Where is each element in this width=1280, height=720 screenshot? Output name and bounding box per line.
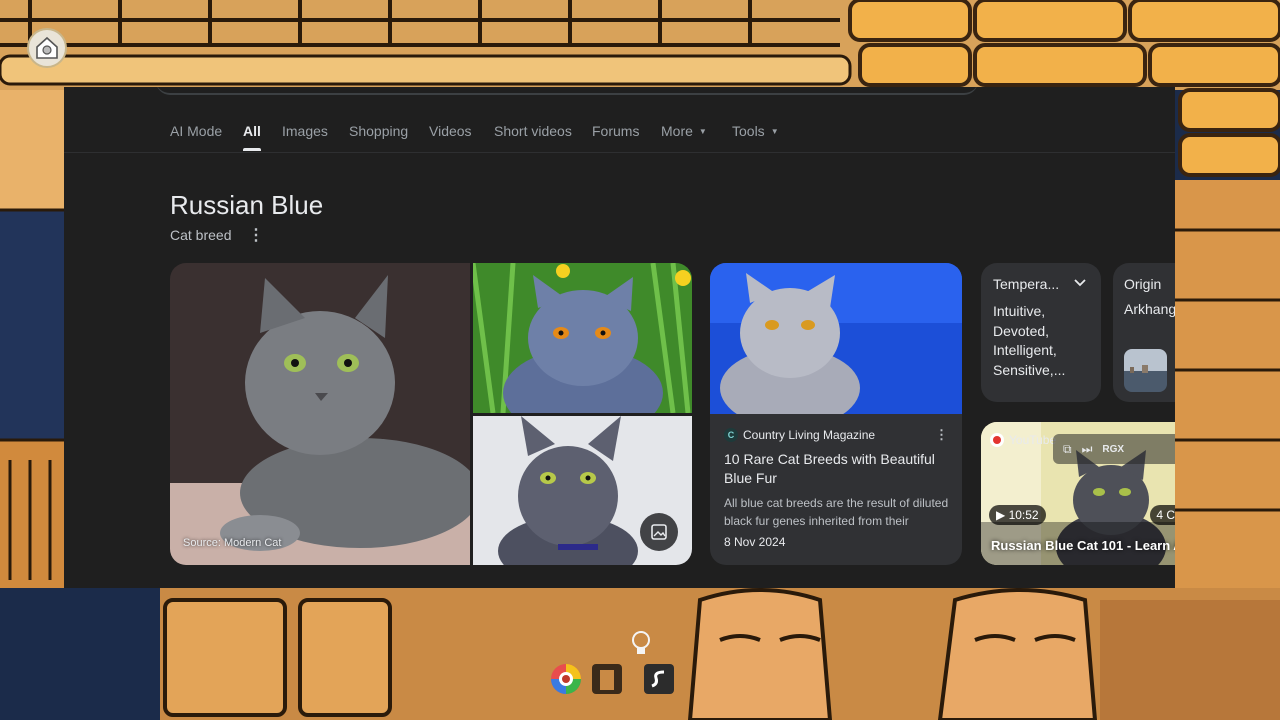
tab-shopping[interactable]: Shopping	[349, 123, 408, 139]
origin-value: Arkhang	[1124, 301, 1175, 317]
duration-label: 10:52	[1008, 508, 1039, 522]
article-snippet: All blue cat breeds are the result of di…	[724, 496, 949, 528]
main-cat-photo[interactable]	[170, 263, 470, 565]
tab-all[interactable]: All	[243, 123, 261, 151]
video-controls: ⧉ ⏭ RGX	[1053, 434, 1175, 464]
color-wheel-icon[interactable]	[549, 662, 583, 696]
temperament-title: Tempera...	[993, 276, 1060, 292]
tab-label: Tools	[732, 123, 765, 139]
tab-images[interactable]: Images	[282, 123, 328, 139]
cat-image	[170, 263, 470, 565]
tab-videos[interactable]: Videos	[429, 123, 472, 139]
script-app-icon[interactable]	[644, 664, 674, 694]
origin-card[interactable]: Origin Arkhang	[1113, 263, 1175, 402]
entity-subtitle: Cat breed	[170, 227, 232, 243]
image-search-icon	[651, 524, 667, 540]
origin-thumbnail	[1124, 349, 1167, 392]
article-date: 8 Nov 2024	[724, 535, 786, 549]
search-bar[interactable]	[156, 87, 978, 95]
cat-app-icon[interactable]	[592, 664, 622, 694]
image-search-button[interactable]	[640, 513, 678, 551]
tab-label: All	[243, 123, 261, 139]
youtube-icon	[990, 433, 1004, 447]
video-title[interactable]: Russian Blue Cat 101 - Learn A	[991, 538, 1175, 553]
lightbulb-icon[interactable]	[630, 630, 652, 658]
image-mosaic[interactable]: Source: Modern Cat	[170, 263, 692, 565]
tab-ai-mode[interactable]: AI Mode	[170, 123, 222, 139]
article-source: Country Living Magazine	[743, 428, 876, 442]
video-count-badge: 4 C	[1150, 505, 1175, 525]
tab-more[interactable]: More ▼	[661, 123, 707, 139]
video-source: YouTube	[990, 431, 1056, 449]
dock	[546, 630, 696, 700]
cat-image	[473, 263, 692, 413]
tab-label: Images	[282, 123, 328, 139]
article-thumbnail	[710, 263, 962, 428]
tab-short-videos[interactable]: Short videos	[494, 123, 572, 139]
tab-label: More	[661, 123, 693, 139]
temperament-card[interactable]: Tempera... Intuitive, Devoted, Intellige…	[981, 263, 1101, 402]
image-source-label: Source: Modern Cat	[183, 537, 282, 549]
video-extension-label[interactable]: RGX	[1102, 444, 1124, 455]
tab-label: Shopping	[349, 123, 409, 139]
temperament-values: Intuitive, Devoted, Intelligent, Sensiti…	[993, 303, 1066, 378]
publisher-favicon-icon: C	[724, 428, 738, 442]
more-vert-icon[interactable]: ⋮	[935, 427, 948, 443]
tab-forums[interactable]: Forums	[592, 123, 639, 139]
chevron-down-icon[interactable]	[1073, 276, 1087, 290]
play-icon: ▶	[996, 508, 1009, 522]
pop-out-icon[interactable]: ⧉	[1063, 442, 1072, 457]
video-source-label: YouTube	[1009, 433, 1057, 447]
more-vert-icon[interactable]: ⋮	[248, 227, 264, 245]
caret-down-icon: ▼	[770, 127, 779, 136]
article-source-row: C Country Living Magazine ⋮	[724, 427, 948, 443]
tab-label: Forums	[592, 123, 640, 139]
desktop-app-icon[interactable]	[27, 28, 67, 68]
cat-photo-garden[interactable]	[473, 263, 692, 413]
video-duration: ▶ 10:52	[989, 505, 1046, 525]
tab-label: Short videos	[494, 123, 572, 139]
origin-title: Origin	[1124, 276, 1162, 292]
tab-label: Videos	[429, 123, 472, 139]
video-card[interactable]: YouTube ⧉ ⏭ RGX ▶ 10:52 4 C Russian Blue…	[981, 422, 1175, 565]
house-cat-icon	[36, 36, 58, 59]
article-title[interactable]: 10 Rare Cat Breeds with Beautiful Blue F…	[724, 450, 949, 488]
browser-window: AI Mode All Images Shopping Videos Short…	[64, 87, 1175, 588]
tab-label: AI Mode	[170, 123, 223, 139]
article-card[interactable]: C Country Living Magazine ⋮ 10 Rare Cat …	[710, 263, 962, 565]
search-tabs: AI Mode All Images Shopping Videos Short…	[64, 115, 1175, 153]
active-tab-indicator	[243, 148, 261, 151]
caret-down-icon: ▼	[698, 127, 707, 136]
skip-next-icon[interactable]: ⏭	[1082, 442, 1093, 457]
entity-title: Russian Blue	[170, 190, 324, 220]
tab-tools[interactable]: Tools ▼	[732, 123, 779, 139]
